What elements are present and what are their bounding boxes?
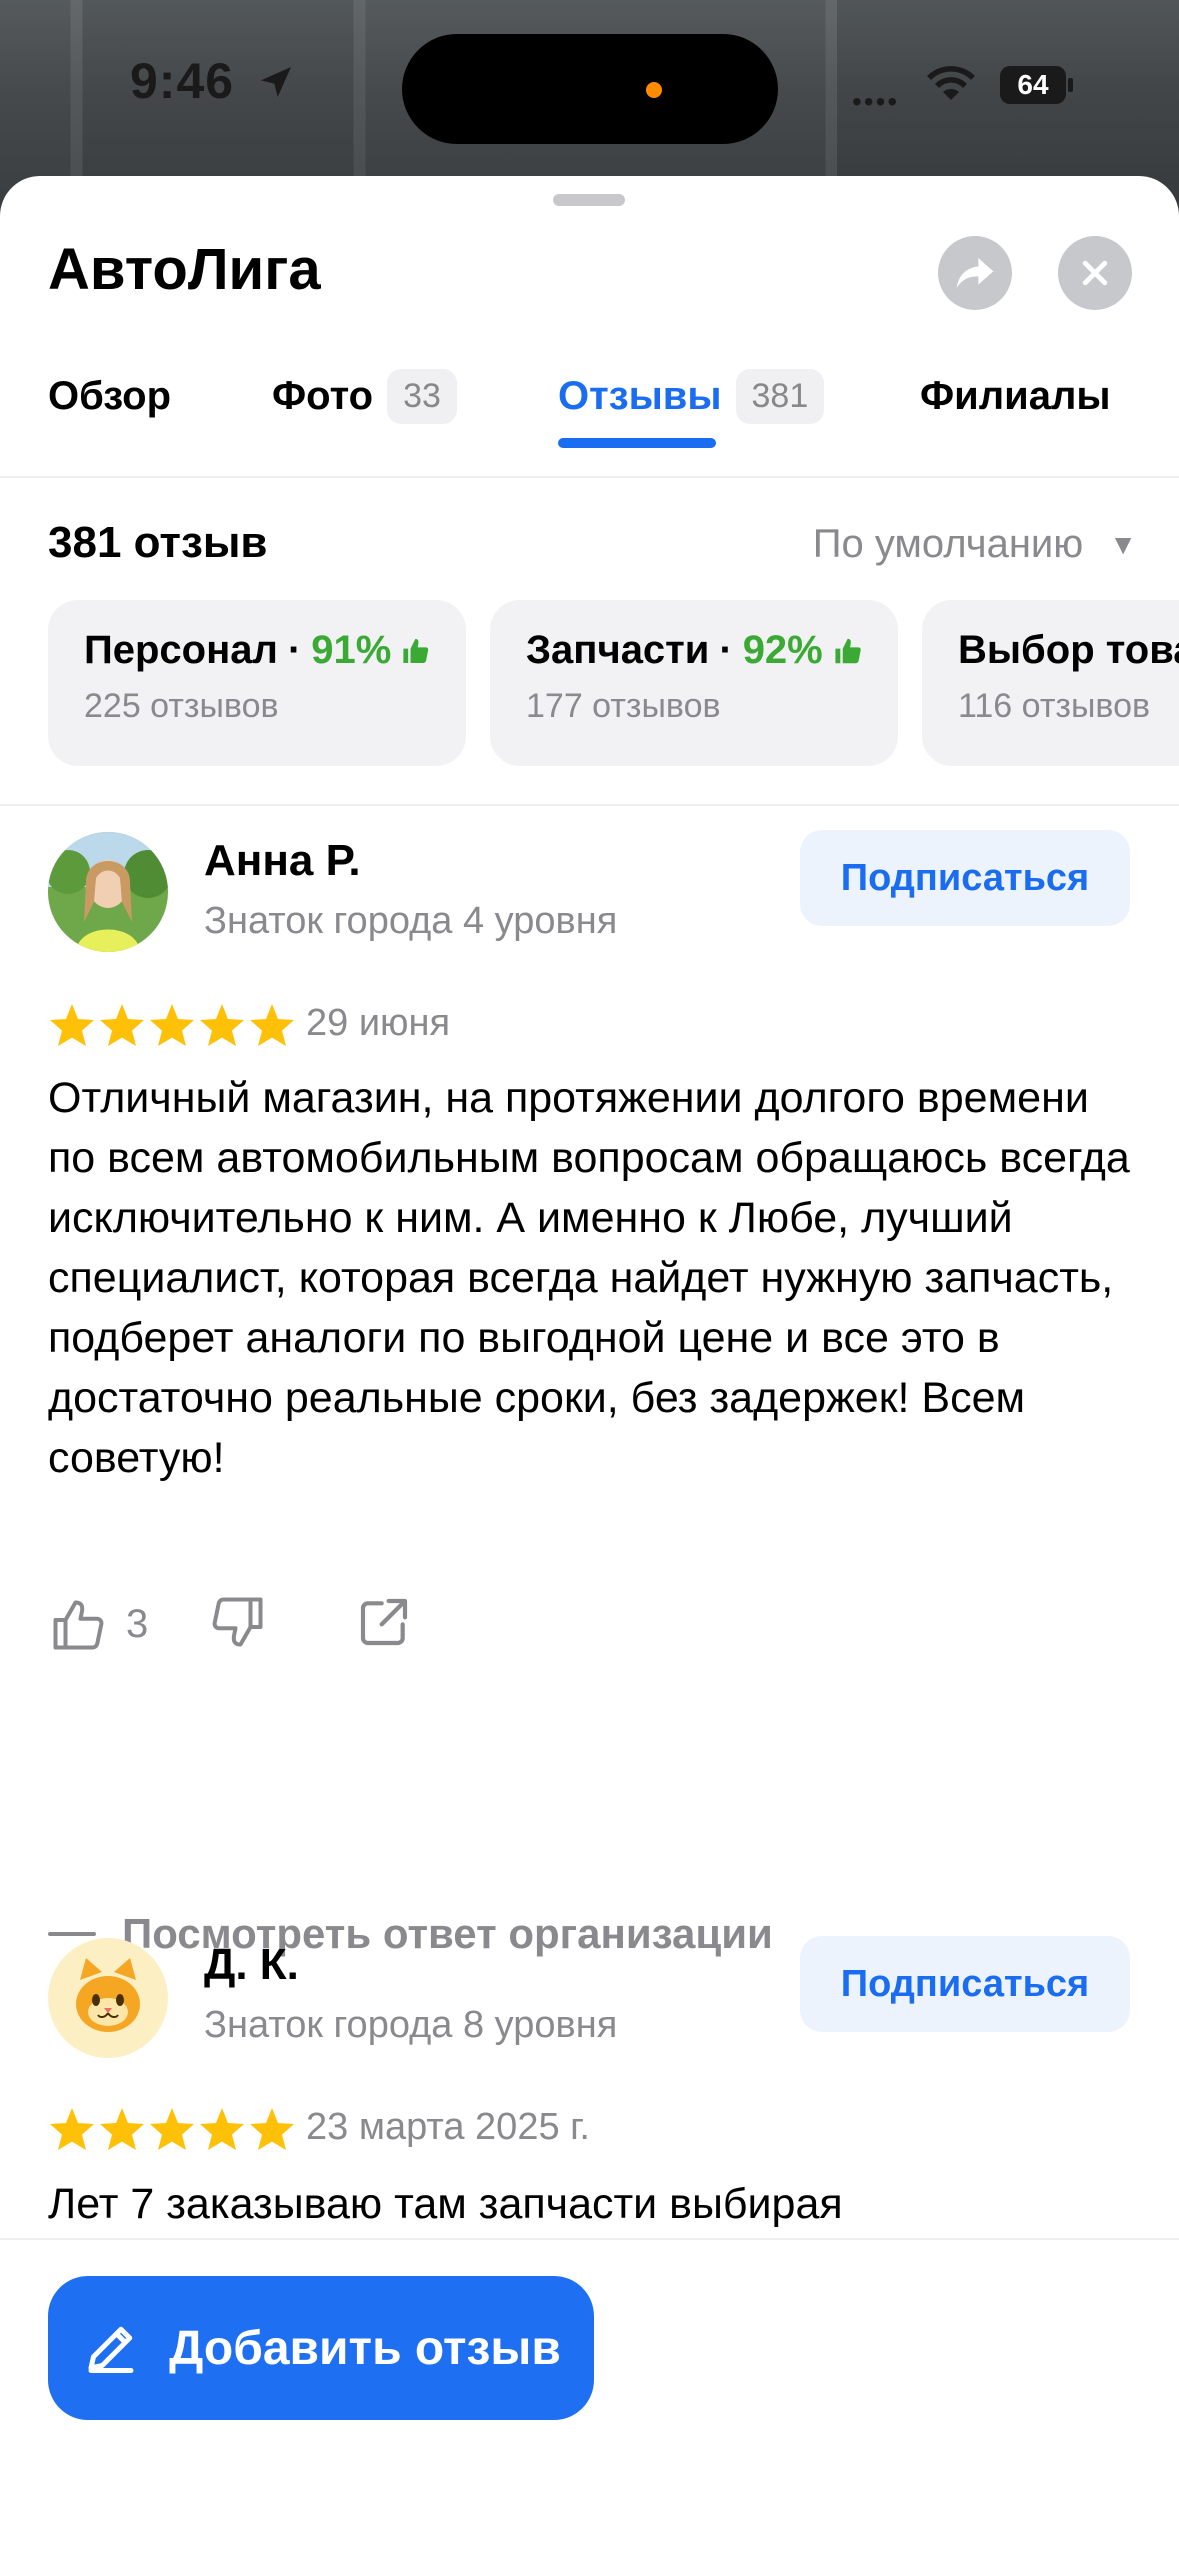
review-text: Лет 7 заказываю там запчасти выбирая <box>48 2180 843 2228</box>
star-icon <box>100 1004 144 1046</box>
thumbs-up-icon <box>835 638 861 663</box>
star-icon <box>200 1004 244 1046</box>
avatar[interactable] <box>48 1938 168 2058</box>
cat-face-icon <box>76 1958 140 2032</box>
tab-label: Обзор <box>48 373 172 418</box>
caret-down-icon: ▼ <box>1109 528 1137 560</box>
divider <box>0 804 1179 806</box>
rating-stars <box>48 2106 296 2152</box>
tab-overview[interactable]: Обзор <box>48 356 171 436</box>
category-dot: · <box>719 628 733 672</box>
dash <box>48 1932 96 1936</box>
review-author-level: Знаток города 4 уровня <box>204 900 618 942</box>
like-count: 3 <box>126 1602 149 1646</box>
dislike-button[interactable] <box>208 1592 268 1657</box>
star-icon <box>200 2108 244 2150</box>
category-percent: 92% <box>742 628 823 672</box>
reviews-count: 381 отзыв <box>48 518 268 567</box>
sort-dropdown[interactable]: По умолчанию ▼ <box>813 522 1137 567</box>
star-icon <box>50 2108 94 2150</box>
category-subtitle: 225 отзывов <box>84 687 279 725</box>
like-button[interactable]: 3 <box>48 1595 148 1655</box>
category-subtitle: 177 отзывов <box>526 687 721 725</box>
share-arrow-icon <box>956 258 994 288</box>
star-icon <box>150 2108 194 2150</box>
tab-photos[interactable]: Фото 33 <box>272 356 457 436</box>
review-author[interactable]: Анна Р. <box>204 836 361 886</box>
add-review-button[interactable]: Добавить отзыв <box>48 2276 594 2420</box>
category-card-staff[interactable]: Персонал · 91% 225 отзывов <box>48 600 466 766</box>
subscribe-button[interactable]: Подписаться <box>800 830 1130 926</box>
external-share-icon <box>361 1598 408 1646</box>
category-subtitle: 116 отзывов <box>958 687 1151 725</box>
avatar[interactable] <box>48 832 168 952</box>
star-icon <box>150 1004 194 1046</box>
wifi-icon <box>927 66 975 100</box>
review-date: 29 июня <box>306 1002 451 1044</box>
share-button[interactable] <box>938 236 1012 310</box>
category-dot: · <box>287 628 302 672</box>
privacy-indicator-dot <box>646 82 662 98</box>
thumbs-down-icon <box>212 1597 263 1647</box>
battery-cap <box>1068 78 1073 92</box>
bottom-action-bar: Добавить отзыв <box>0 2238 1179 2556</box>
add-review-label: Добавить отзыв <box>169 2321 561 2375</box>
review-author[interactable]: Д. К. <box>204 1940 299 1990</box>
tab-reviews[interactable]: Отзывы 381 <box>558 356 825 436</box>
place-card-sheet: АвтоЛига Обзор Фото 33 Отзывы 381 Филиал… <box>0 176 1179 2556</box>
star-icon <box>50 1004 94 1046</box>
tab-branches[interactable]: Филиалы <box>920 356 1111 436</box>
cellular-signal-icon: •••• <box>852 86 900 117</box>
status-bar: 9:46 •••• 64 <box>0 0 1179 170</box>
avatar-photo <box>48 832 168 952</box>
pencil-icon <box>88 2326 134 2373</box>
rating-stars <box>48 1002 296 1048</box>
divider <box>0 476 1179 478</box>
category-card-parts[interactable]: Запчасти · 92% 177 отзывов <box>490 600 898 766</box>
star-icon <box>250 1004 294 1046</box>
view-org-answer-link[interactable]: Посмотреть ответ организации <box>48 1910 773 1958</box>
dynamic-island <box>402 34 778 144</box>
category-percent: 91% <box>311 628 392 672</box>
subscribe-button[interactable]: Подписаться <box>800 1936 1130 2032</box>
tab-label: Фото <box>272 373 374 418</box>
category-title: Запчасти <box>526 628 710 672</box>
sort-label: По умолчанию <box>812 522 1084 566</box>
share-review-button[interactable] <box>356 1594 412 1655</box>
thumbs-up-icon <box>403 638 429 663</box>
location-arrow-icon <box>261 67 291 97</box>
close-icon <box>1082 260 1108 286</box>
tab-count-badge: 381 <box>735 368 825 424</box>
star-icon <box>100 2108 144 2150</box>
status-time: 9:46 <box>130 53 235 109</box>
category-title: Выбор товаров <box>958 628 1179 672</box>
review-text: Отличный магазин, на протяжении долгого … <box>48 1074 1130 1482</box>
tab-label: Филиалы <box>920 373 1111 418</box>
review-actions: 3 <box>48 1592 412 1657</box>
star-icon <box>250 2108 294 2150</box>
category-title: Персонал <box>84 628 278 672</box>
review-author-level: Знаток города 8 уровня <box>204 2004 618 2046</box>
tab-bar: Обзор Фото 33 Отзывы 381 Филиалы <box>0 356 1179 476</box>
place-title: АвтоЛига <box>48 237 321 302</box>
review-date: 23 марта 2025 г. <box>306 2106 590 2148</box>
tab-label: Отзывы <box>558 373 722 418</box>
battery-indicator: 64 <box>1000 66 1066 104</box>
tab-count-badge: 33 <box>387 368 457 424</box>
thumbs-up-icon <box>53 1600 104 1649</box>
sheet-grabber[interactable] <box>553 194 625 206</box>
category-card-selection[interactable]: Выбор товаров 116 отзывов <box>922 600 1179 766</box>
close-button[interactable] <box>1058 236 1132 310</box>
active-tab-indicator <box>558 438 716 448</box>
